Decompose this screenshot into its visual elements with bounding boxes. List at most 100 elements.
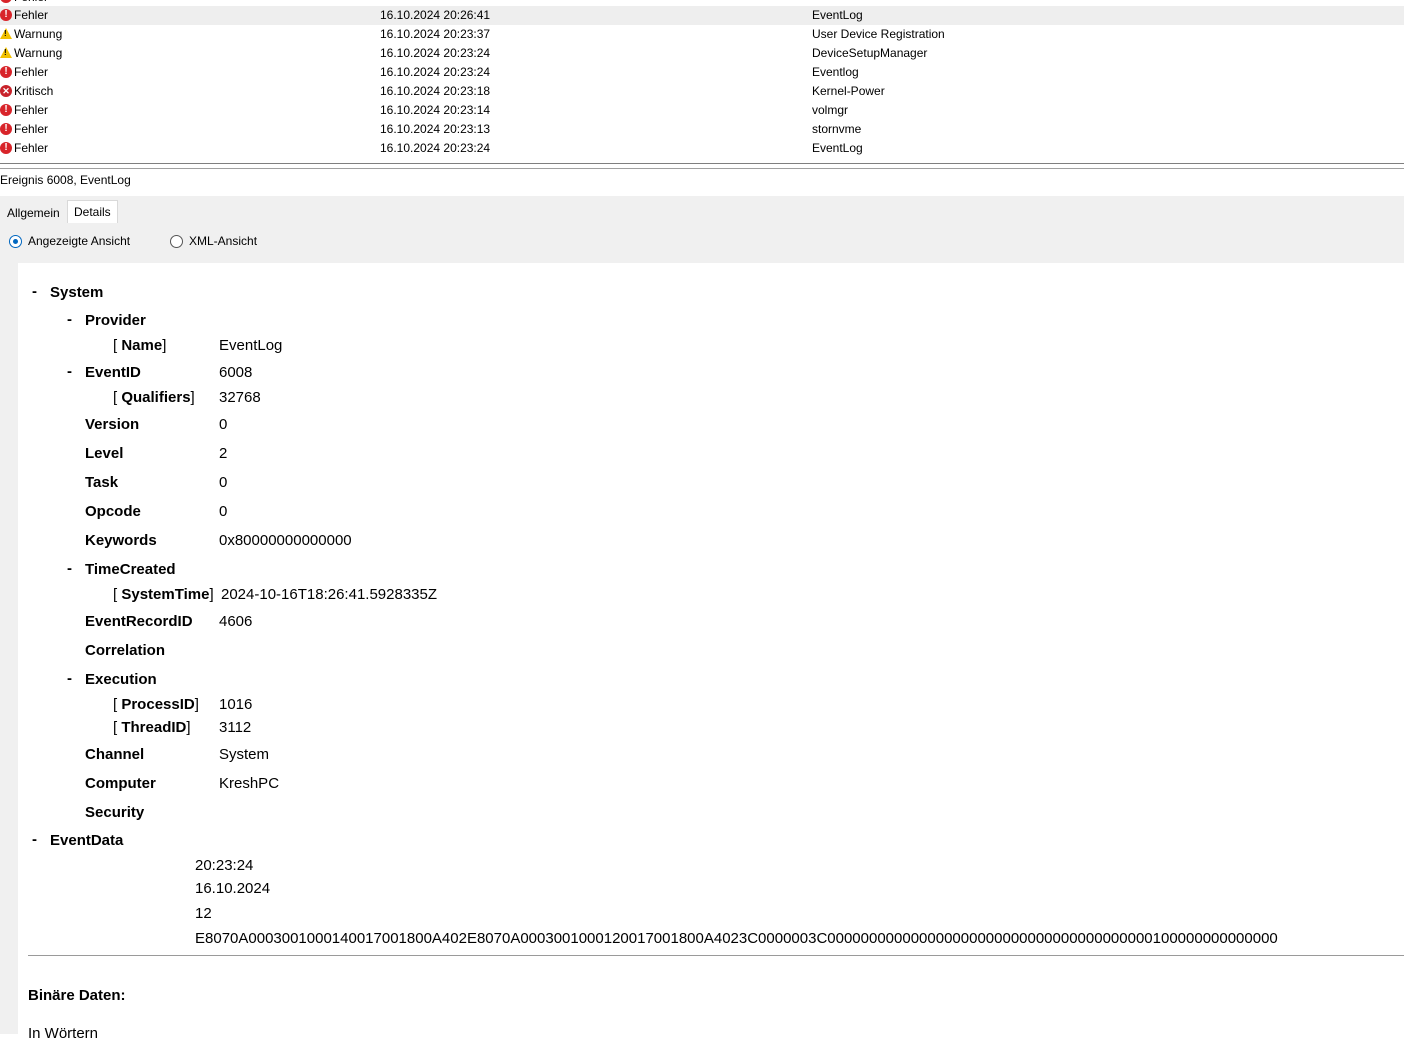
collapse-toggle-system[interactable]: - <box>32 283 37 300</box>
node-correlation: Correlation <box>85 642 166 659</box>
event-source: User Device Registration <box>812 27 945 41</box>
eventrecordid-value: 4606 <box>219 613 253 630</box>
event-row[interactable]: ! Fehler 16.10.2024 20:23:14 volmgr <box>0 101 1404 120</box>
event-date: 16.10.2024 20:23:24 <box>380 141 491 155</box>
event-level: Kritisch <box>14 84 54 98</box>
event-source: Kernel-Power <box>812 84 885 98</box>
event-row[interactable]: ! Warnung 16.10.2024 20:23:37 User Device R… <box>0 25 1404 44</box>
node-keywords: Keywords <box>85 532 157 549</box>
attr-name: [ Name] <box>113 337 167 354</box>
node-task: Task <box>85 474 119 491</box>
radio-label-angezeigte-ansicht[interactable]: Angezeigte Ansicht <box>28 234 130 248</box>
error-icon: ! <box>0 142 12 154</box>
attr-processid: [ ProcessID] <box>113 696 199 713</box>
eventdata-value: 20:23:24 <box>195 857 254 874</box>
event-source: volmgr <box>812 103 849 117</box>
critical-icon: ✕ <box>0 85 12 97</box>
event-level: Fehler <box>14 103 49 117</box>
computer-value: KreshPC <box>219 775 280 792</box>
event-list: ! Fehler !Fehler16.10.2024 20:26:41Event… <box>0 0 1404 163</box>
event-row[interactable]: ✕ Kritisch 16.10.2024 20:23:18 Kernel-Power <box>0 82 1404 101</box>
radio-xml-ansicht[interactable] <box>170 235 183 248</box>
splitter-border <box>0 168 1404 169</box>
error-icon: ! <box>0 0 12 3</box>
event-date: 16.10.2024 20:23:14 <box>380 103 491 117</box>
attr-systemtime-value: 2024-10-16T18:26:41.5928335Z <box>221 586 438 603</box>
event-source: DeviceSetupManager <box>812 46 928 60</box>
attr-systemtime: [ SystemTime] <box>113 586 214 603</box>
detail-title: Ereignis 6008, EventLog <box>0 173 131 187</box>
binary-data-heading: Binäre Daten: <box>28 987 126 1004</box>
eventdata-value: 16.10.2024 <box>195 880 271 897</box>
event-date: 16.10.2024 20:23:13 <box>380 122 491 136</box>
event-row[interactable]: ! Fehler 16.10.2024 20:26:41 EventLog <box>0 6 1404 25</box>
attr-processid-value: 1016 <box>219 696 253 713</box>
node-eventdata: EventData <box>50 832 124 849</box>
node-timecreated: TimeCreated <box>85 561 176 578</box>
event-level: Warnung <box>14 27 63 41</box>
attr-threadid-value: 3112 <box>219 719 252 736</box>
event-level: Fehler <box>14 8 49 22</box>
collapse-toggle-eventid[interactable]: - <box>67 363 72 380</box>
node-provider: Provider <box>85 312 146 329</box>
radio-angezeigte-ansicht[interactable] <box>9 235 22 248</box>
event-date: 16.10.2024 20:23:37 <box>380 27 491 41</box>
tab-details[interactable]: Details <box>67 200 118 224</box>
view-selector: Angezeigte Ansicht XML-Ansicht <box>0 223 1404 263</box>
event-date: 16.10.2024 20:23:24 <box>380 46 491 60</box>
attr-qualifiers-value: 32768 <box>219 389 261 406</box>
node-eventrecordid: EventRecordID <box>85 613 193 630</box>
node-level: Level <box>85 445 124 462</box>
event-level: Warnung <box>14 46 63 60</box>
splitter[interactable] <box>0 163 1404 164</box>
event-source: stornvme <box>812 122 862 136</box>
eventid-value: 6008 <box>219 364 253 381</box>
divider <box>28 955 1404 956</box>
event-level: Fehler <box>14 141 49 155</box>
error-icon: ! <box>0 9 12 21</box>
version-value: 0 <box>219 416 228 433</box>
event-row[interactable]: ! Warnung 16.10.2024 20:23:24 DeviceSetupMa… <box>0 44 1404 63</box>
radio-label-xml-ansicht[interactable]: XML-Ansicht <box>189 234 257 248</box>
attr-qualifiers: [ Qualifiers] <box>113 389 195 406</box>
opcode-value: 0 <box>219 503 228 520</box>
event-source: Eventlog <box>812 65 859 79</box>
eventdata-value: 12 <box>195 905 212 922</box>
tab-bar: Allgemein Details <box>0 196 1404 224</box>
node-computer: Computer <box>85 775 156 792</box>
event-row[interactable]: ! Fehler 16.10.2024 20:23:24 EventLog <box>0 139 1404 158</box>
warning-icon: ! <box>0 47 12 58</box>
collapse-toggle-execution[interactable]: - <box>67 670 72 687</box>
event-row[interactable]: ! Fehler 16.10.2024 20:23:24 Eventlog <box>0 63 1404 82</box>
event-date: 16.10.2024 20:26:41 <box>380 8 491 22</box>
node-opcode: Opcode <box>85 503 141 520</box>
event-source: EventLog <box>812 141 863 155</box>
keywords-value: 0x80000000000000 <box>219 532 352 549</box>
tab-allgemein[interactable]: Allgemein <box>1 202 66 224</box>
left-margin <box>0 263 18 1034</box>
detail-content: - System - Provider [ Name] EventLog - E… <box>18 263 1404 1042</box>
event-level: Fehler <box>14 122 49 136</box>
error-icon: ! <box>0 123 12 135</box>
event-row[interactable]: ! Fehler 16.10.2024 20:23:13 stornvme <box>0 120 1404 139</box>
error-icon: ! <box>0 104 12 116</box>
node-channel: Channel <box>85 746 145 763</box>
collapse-toggle-eventdata[interactable]: - <box>32 831 37 848</box>
collapse-toggle-provider[interactable]: - <box>67 311 72 328</box>
level-value: 2 <box>219 445 228 462</box>
attr-threadid: [ ThreadID] <box>113 719 191 736</box>
node-eventid: EventID <box>85 364 141 381</box>
attr-name-value: EventLog <box>219 337 283 354</box>
warning-icon: ! <box>0 28 12 39</box>
event-source: EventLog <box>812 8 863 22</box>
node-system: System <box>50 284 104 301</box>
event-level: Fehler <box>14 65 49 79</box>
task-value: 0 <box>219 474 228 491</box>
collapse-toggle-timecreated[interactable]: - <box>67 560 72 577</box>
channel-value: System <box>219 746 270 763</box>
event-date: 16.10.2024 20:23:24 <box>380 65 491 79</box>
node-execution: Execution <box>85 671 157 688</box>
eventdata-value: E8070A0003001000140017001800A402E8070A00… <box>195 930 1278 947</box>
node-security: Security <box>85 804 145 821</box>
error-icon: ! <box>0 66 12 78</box>
